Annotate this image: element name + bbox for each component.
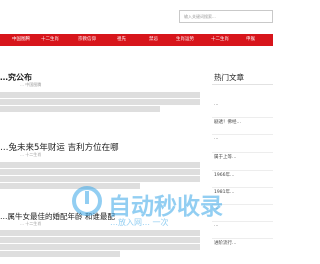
sidebar-title: 热门文章 — [214, 73, 244, 82]
watermark-title: 自动秒收录 — [108, 194, 223, 220]
nav-item-fortune[interactable]: 生肖运势 — [176, 34, 194, 46]
hot-article-link[interactable]: 剧透！佛经… — [214, 119, 273, 125]
search-input[interactable]: 输入关键词搜索... — [179, 10, 273, 23]
watermark-overlay: 自动秒收录 …放入网… 一次 — [70, 184, 223, 254]
hot-article-link[interactable]: 1966年… — [214, 172, 273, 178]
nav-item-zodiac[interactable]: 十二生肖 — [211, 34, 229, 46]
hot-article-link[interactable]: … — [214, 102, 273, 107]
divider — [212, 170, 273, 171]
watermark-subtitle: …放入网… 一次 — [110, 218, 169, 227]
hot-article-link[interactable]: 进阶流行… — [214, 240, 273, 246]
hot-article-link[interactable]: … — [214, 223, 273, 228]
nav-item-tudeng[interactable]: 中国图腾 — [12, 34, 30, 46]
top-bar: 输入关键词搜索... — [0, 0, 273, 34]
nav-item-ancestor[interactable]: 祖先 — [117, 34, 126, 46]
article-meta: … 十二生肖 — [20, 152, 42, 157]
divider — [212, 117, 273, 118]
sidebar-divider — [212, 84, 273, 85]
divider — [212, 152, 273, 153]
divider — [212, 134, 273, 135]
article-meta: … 中国图腾 — [20, 82, 42, 87]
hot-article-link[interactable]: 属于上等… — [214, 154, 273, 160]
watermark-logo-icon — [72, 186, 102, 216]
article-title[interactable]: …兔未来5年财运 吉利方位在哪 — [0, 141, 119, 153]
nav-item-monkey[interactable]: 申猴 — [246, 34, 255, 46]
nav-item-taboo[interactable]: 禁忌 — [149, 34, 158, 46]
content: …究公布 … 中国图腾 …兔未来5年财运 吉利方位在哪 … 十二生肖 …属牛女最… — [0, 46, 273, 264]
hot-article-link[interactable]: … — [214, 136, 273, 141]
nav-item-religion[interactable]: 宗教信仰 — [78, 34, 96, 46]
divider — [212, 221, 273, 222]
divider — [212, 238, 273, 239]
article-meta: … 十二生肖 — [20, 221, 42, 226]
nav-item-shengxiao[interactable]: 十二生肖 — [41, 34, 59, 46]
article-excerpt — [0, 92, 200, 113]
main-nav: 中国图腾 十二生肖 宗教信仰 祖先 禁忌 生肖运势 十二生肖 申猴 — [0, 34, 273, 46]
